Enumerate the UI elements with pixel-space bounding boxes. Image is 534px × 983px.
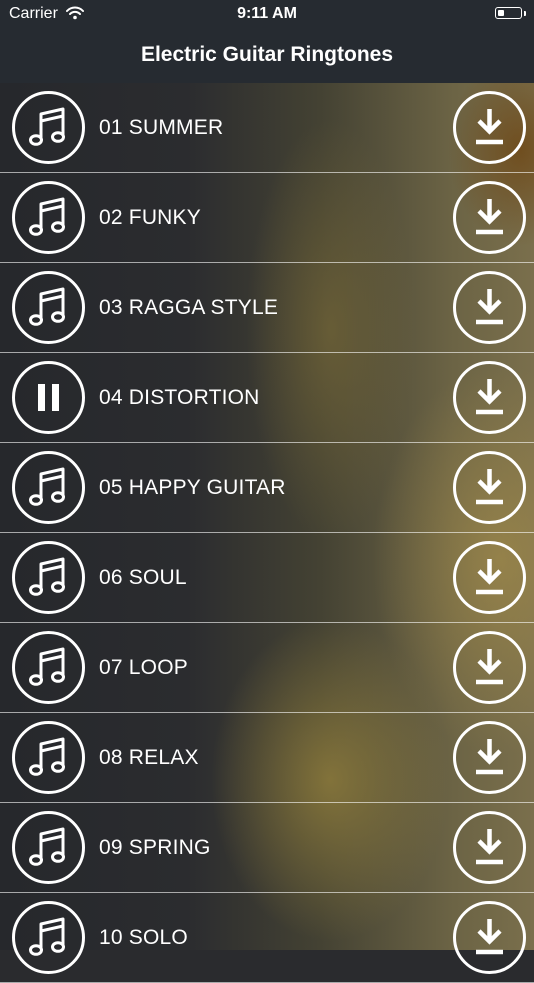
ringtone-title: 10 SOLO <box>99 926 188 949</box>
pause-button[interactable] <box>12 361 85 434</box>
navigation-bar: Electric Guitar Ringtones <box>0 28 534 83</box>
play-button[interactable] <box>12 721 85 794</box>
ringtone-title: 07 LOOP <box>99 656 188 679</box>
download-button[interactable] <box>453 91 526 164</box>
ringtone-row[interactable]: 04 DISTORTION <box>0 353 534 443</box>
ringtone-title: 01 SUMMER <box>99 116 224 139</box>
ringtone-title: 08 RELAX <box>99 746 199 769</box>
download-button[interactable] <box>453 541 526 614</box>
ringtone-title: 02 FUNKY <box>99 206 201 229</box>
ringtone-title: 03 RAGGA STYLE <box>99 296 279 319</box>
ringtone-row[interactable]: 01 SUMMER <box>0 83 534 173</box>
ringtone-title: 04 DISTORTION <box>99 386 260 409</box>
ringtone-row[interactable]: 03 RAGGA STYLE <box>0 263 534 353</box>
play-button[interactable] <box>12 91 85 164</box>
play-button[interactable] <box>12 541 85 614</box>
ringtone-row[interactable]: 08 RELAX <box>0 713 534 803</box>
play-button[interactable] <box>12 271 85 344</box>
status-time: 9:11 AM <box>237 5 297 22</box>
ringtone-row[interactable]: 10 SOLO <box>0 893 534 983</box>
download-button[interactable] <box>453 631 526 704</box>
battery-cap <box>524 11 526 16</box>
page-title: Electric Guitar Ringtones <box>140 43 394 66</box>
download-button[interactable] <box>453 721 526 794</box>
ringtone-row[interactable]: 09 SPRING <box>0 803 534 893</box>
play-button[interactable] <box>12 901 85 974</box>
download-button[interactable] <box>453 361 526 434</box>
ringtone-title: 09 SPRING <box>99 836 211 859</box>
ringtone-row[interactable]: 07 LOOP <box>0 623 534 713</box>
play-button[interactable] <box>12 181 85 254</box>
ringtone-row[interactable]: 06 SOUL <box>0 533 534 623</box>
download-button[interactable] <box>453 811 526 884</box>
download-button[interactable] <box>453 901 526 974</box>
play-button[interactable] <box>12 811 85 884</box>
ringtone-title: 06 SOUL <box>99 566 187 589</box>
status-bar: Carrier 9:11 AM <box>0 0 534 28</box>
download-button[interactable] <box>453 451 526 524</box>
battery-icon <box>495 7 522 19</box>
ringtone-row[interactable]: 02 FUNKY <box>0 173 534 263</box>
ringtone-row[interactable]: 05 HAPPY GUITAR <box>0 443 534 533</box>
play-button[interactable] <box>12 631 85 704</box>
download-button[interactable] <box>453 181 526 254</box>
ringtone-list: 01 SUMMER 02 FUNKY 03 RAGGA STYLE 04 DISTOR… <box>0 83 534 983</box>
ringtone-title: 05 HAPPY GUITAR <box>99 476 286 499</box>
play-button[interactable] <box>12 451 85 524</box>
download-button[interactable] <box>453 271 526 344</box>
